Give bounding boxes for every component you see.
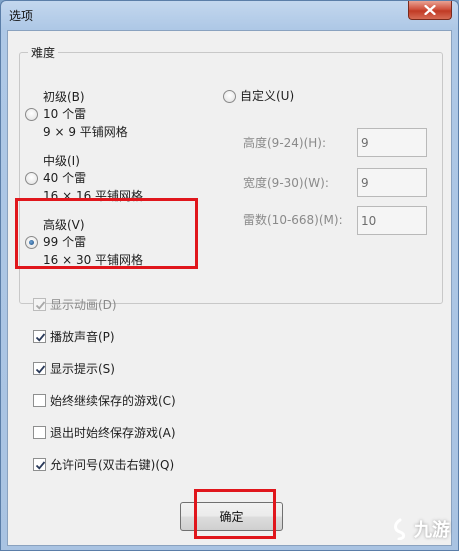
- allow-question-marks-label: 允许问号(双击右键)(Q): [50, 457, 175, 472]
- intermediate-label: 中级(I): [43, 154, 80, 168]
- width-input[interactable]: [357, 168, 427, 197]
- show-hints-checkbox[interactable]: [33, 361, 46, 375]
- play-sound-label: 播放声音(P): [50, 329, 115, 344]
- advanced-highlight-box: [15, 198, 198, 269]
- mines-count-label: 雷数(10-668)(M):: [243, 213, 343, 227]
- dialog-client-area: 难度 初级(B) 10 个雷 9 × 9 平铺网格 中级(I) 40 个雷 16…: [7, 30, 452, 546]
- title-bar[interactable]: 选项: [1, 1, 458, 29]
- window-title: 选项: [9, 9, 34, 23]
- height-label: 高度(9-24)(H):: [243, 136, 327, 150]
- allow-question-marks-option[interactable]: 允许问号(双击右键)(Q): [33, 456, 174, 472]
- custom-label: 自定义(U): [240, 89, 295, 103]
- watermark-text: 九游: [414, 520, 450, 541]
- close-icon: [424, 5, 436, 15]
- beginner-mines: 10 个雷: [43, 107, 87, 121]
- show-hints-option[interactable]: 显示提示(S): [33, 360, 115, 376]
- beginner-label: 初级(B): [43, 90, 85, 104]
- show-animation-option[interactable]: 显示动画(D): [33, 296, 117, 312]
- close-button[interactable]: [408, 1, 452, 20]
- continue-saved-game-label: 始终继续保存的游戏(C): [50, 393, 176, 408]
- save-on-exit-option[interactable]: 退出时始终保存游戏(A): [33, 424, 176, 440]
- checkmark-icon: [35, 364, 46, 374]
- save-on-exit-label: 退出时始终保存游戏(A): [50, 425, 176, 440]
- ok-highlight-box: [194, 489, 276, 539]
- beginner-grid: 9 × 9 平铺网格: [43, 125, 128, 139]
- show-hints-label: 显示提示(S): [50, 361, 115, 376]
- show-animation-checkbox[interactable]: [33, 297, 46, 311]
- intermediate-radio[interactable]: [25, 172, 38, 185]
- allow-question-marks-checkbox[interactable]: [33, 457, 46, 471]
- width-label: 宽度(9-30)(W):: [243, 176, 329, 190]
- mines-count-input[interactable]: [357, 206, 427, 235]
- height-input[interactable]: [357, 128, 427, 157]
- difficulty-group-label: 难度: [28, 44, 59, 61]
- play-sound-checkbox[interactable]: [33, 329, 46, 343]
- intermediate-mines: 40 个雷: [43, 171, 87, 185]
- show-animation-label: 显示动画(D): [50, 297, 117, 312]
- checkmark-icon: [35, 460, 46, 470]
- checkmark-icon: [35, 332, 46, 342]
- custom-radio[interactable]: [223, 90, 236, 103]
- checkmark-icon: [35, 300, 46, 310]
- options-dialog: 选项 难度 初级(B) 10 个雷 9 × 9 平铺网格 中级(I) 40 个雷…: [0, 0, 459, 551]
- save-on-exit-checkbox[interactable]: [33, 425, 46, 439]
- continue-saved-game-option[interactable]: 始终继续保存的游戏(C): [33, 392, 176, 408]
- continue-saved-game-checkbox[interactable]: [33, 393, 46, 407]
- play-sound-option[interactable]: 播放声音(P): [33, 328, 115, 344]
- watermark: 九游: [390, 516, 450, 542]
- watermark-logo-icon: [394, 518, 406, 540]
- beginner-radio[interactable]: [25, 108, 38, 121]
